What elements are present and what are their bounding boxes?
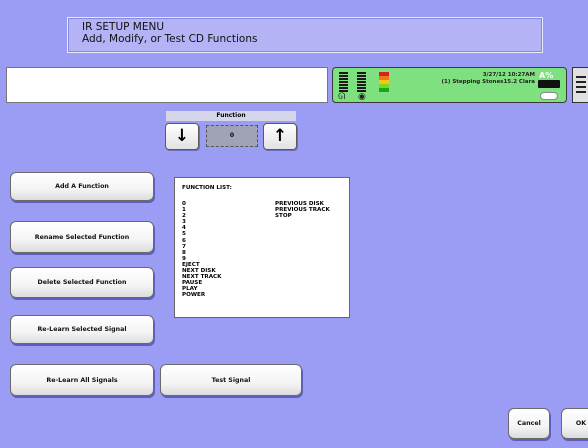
status-panel[interactable]: ᘏ ◉ 3/27/12 10:27AM (1) Stepping Stones1…: [332, 67, 567, 103]
page-subtitle: Add, Modify, or Test CD Functions: [82, 33, 258, 45]
menu-header: IR SETUP MENU Add, Modify, or Test CD Fu…: [67, 17, 543, 53]
side-menu-icon[interactable]: [572, 67, 588, 103]
arrow-down-icon: ↓: [174, 126, 190, 146]
ok-button[interactable]: OK: [561, 408, 588, 439]
list-item[interactable]: STOP: [275, 213, 330, 219]
arrow-up-icon: ↑: [272, 126, 288, 146]
relearn-selected-signal-button[interactable]: Re-Learn Selected Signal: [10, 315, 154, 344]
list-item[interactable]: POWER: [182, 292, 221, 298]
function-up-button[interactable]: ↑: [263, 123, 297, 150]
function-list-title: FUNCTION LIST:: [182, 185, 232, 191]
cancel-button[interactable]: Cancel: [508, 408, 550, 439]
page-title: IR SETUP MENU: [82, 21, 165, 33]
disc-icon: ◉: [358, 92, 366, 102]
status-datetime: 3/27/12 10:27AM: [482, 72, 535, 78]
headphones-icon: ᘏ: [338, 92, 346, 102]
brand-badge-icon: [540, 92, 558, 100]
function-down-button[interactable]: ↓: [165, 123, 199, 150]
now-playing: (1) Stepping Stones15.2 Clara: [441, 79, 535, 85]
rename-function-button[interactable]: Rename Selected Function: [10, 221, 154, 253]
function-value-field[interactable]: 0: [206, 125, 258, 147]
status-info: 3/27/12 10:27AM (1) Stepping Stones15.2 …: [419, 72, 535, 86]
message-display: [6, 67, 328, 103]
function-label: Function: [166, 111, 296, 121]
add-function-button[interactable]: Add A Function: [10, 172, 154, 201]
function-list[interactable]: FUNCTION LIST: 0 1 2 3 4 5 6 7 8 9 EJECT…: [174, 177, 350, 318]
test-signal-button[interactable]: Test Signal: [160, 364, 302, 396]
mode-indicator: A%: [539, 71, 554, 80]
function-list-column-1: 0 1 2 3 4 5 6 7 8 9 EJECT NEXT DISK NEXT…: [182, 201, 221, 299]
level-meter-right-icon: [357, 72, 366, 94]
transport-icon: [538, 80, 560, 88]
function-list-column-2: PREVIOUS DISK PREVIOUS TRACK STOP: [275, 201, 330, 219]
relearn-all-signals-button[interactable]: Re-Learn All Signals: [10, 364, 154, 396]
color-level-meter-icon: [379, 72, 389, 96]
level-meter-left-icon: [339, 72, 348, 94]
delete-function-button[interactable]: Delete Selected Function: [10, 267, 154, 298]
